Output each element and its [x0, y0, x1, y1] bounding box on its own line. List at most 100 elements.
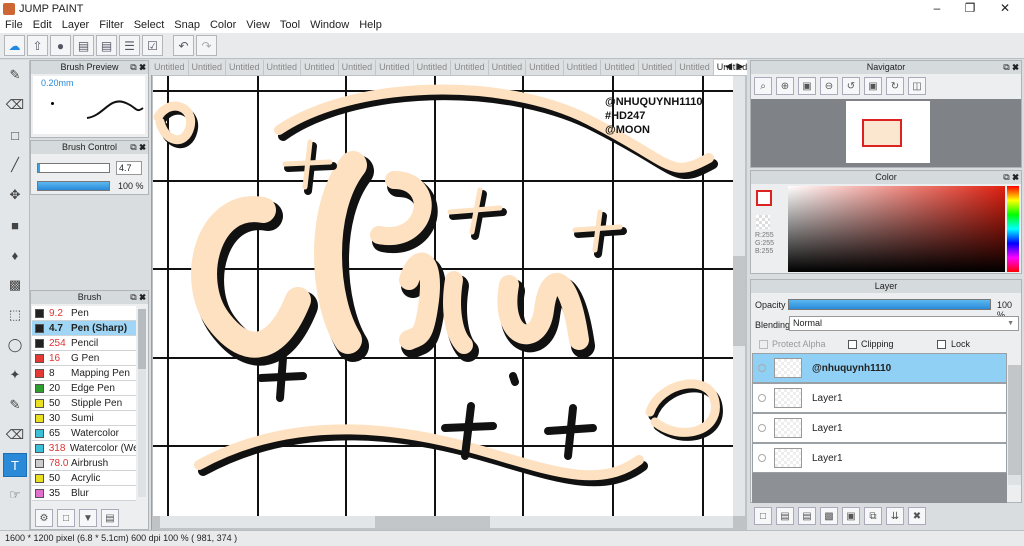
delete-layer-icon[interactable]: ✖ — [908, 507, 926, 525]
checklist-icon[interactable]: ☑ — [142, 35, 163, 56]
panel-controls-icon[interactable]: ⧉ ✖ — [1003, 171, 1019, 184]
document-tab[interactable]: Untitled — [189, 60, 227, 75]
menu-filter[interactable]: Filter — [94, 19, 128, 31]
merge-layer-icon[interactable]: ⇊ — [886, 507, 904, 525]
blending-select[interactable]: Normal ▼ — [789, 316, 1019, 331]
new-1bit-layer-icon[interactable]: ▩ — [820, 507, 838, 525]
select-pen-tool-icon[interactable]: ✎ — [3, 393, 27, 417]
document-tab[interactable]: Untitled — [451, 60, 489, 75]
menu-snap[interactable]: Snap — [169, 19, 205, 31]
message-icon[interactable]: ▤ — [73, 35, 94, 56]
panel-controls-icon[interactable]: ⧉ ✖ — [130, 141, 146, 154]
pen-tool-icon[interactable]: ✎ — [3, 63, 27, 87]
zoom-out-icon[interactable]: ⊖ — [820, 77, 838, 95]
rotate-left-icon[interactable]: ↺ — [842, 77, 860, 95]
new-layer-icon[interactable]: □ — [754, 507, 772, 525]
visibility-eye-icon[interactable] — [758, 394, 766, 402]
document-tab[interactable]: Untitled — [301, 60, 339, 75]
brush-list-item[interactable]: 65 Watercolor — [32, 426, 136, 441]
color-saturation-picker[interactable] — [788, 186, 1005, 272]
gradient-tool-icon[interactable]: ▩ — [3, 273, 27, 297]
lock-checkbox[interactable] — [937, 340, 946, 349]
bucket-tool-icon[interactable]: ♦ — [3, 243, 27, 267]
maximize-button[interactable]: ❐ — [953, 0, 987, 17]
tabs-scroll-left-icon[interactable]: ◀ — [725, 61, 732, 72]
page-icon[interactable]: ▤ — [96, 35, 117, 56]
list-icon[interactable]: ☰ — [119, 35, 140, 56]
menu-window[interactable]: Window — [305, 19, 354, 31]
lasso-tool-icon[interactable]: ◯ — [3, 333, 27, 357]
brush-list-item[interactable]: 8 Mapping Pen — [32, 366, 136, 381]
foreground-color-swatch[interactable] — [756, 190, 772, 206]
brush-opacity-slider[interactable] — [37, 181, 110, 191]
brush-menu-icon[interactable]: ▼ — [79, 509, 97, 527]
menu-layer[interactable]: Layer — [57, 19, 95, 31]
undo-icon[interactable]: ↶ — [173, 35, 194, 56]
menu-color[interactable]: Color — [205, 19, 241, 31]
brush-list-item[interactable]: 78.0 Airbrush — [32, 456, 136, 471]
redo-icon[interactable]: ↷ — [196, 35, 217, 56]
fill-rect-tool-icon[interactable]: ■ — [3, 213, 27, 237]
brush-list-item[interactable]: 50 Acrylic — [32, 471, 136, 486]
reset-rotation-icon[interactable]: ▣ — [864, 77, 882, 95]
canvas-vertical-scrollbar[interactable] — [733, 76, 745, 516]
drawing-canvas[interactable]: @NHUQUYNH1110 #HD247 @MOON — [153, 76, 733, 516]
layer-row[interactable]: Layer1 — [752, 413, 1007, 443]
brush-settings-icon[interactable]: ⚙ — [35, 509, 53, 527]
transparent-color-swatch[interactable] — [756, 215, 770, 229]
clipping-checkbox[interactable] — [848, 340, 857, 349]
panel-controls-icon[interactable]: ⧉ ✖ — [130, 291, 146, 304]
document-tab[interactable]: Untitled — [526, 60, 564, 75]
move-tool-icon[interactable]: ✥ — [3, 183, 27, 207]
select-rect-tool-icon[interactable]: ⬚ — [3, 303, 27, 327]
brush-list-scrollbar[interactable] — [138, 309, 146, 497]
zoom-in-icon[interactable]: ⊕ — [776, 77, 794, 95]
share-icon[interactable]: ⇧ — [27, 35, 48, 56]
menu-file[interactable]: File — [0, 19, 28, 31]
cloud-icon[interactable]: ☁ — [4, 35, 25, 56]
layer-opacity-slider[interactable] — [788, 299, 991, 310]
tabs-scroll-right-icon[interactable]: ▶ — [737, 61, 744, 72]
menu-edit[interactable]: Edit — [28, 19, 57, 31]
visibility-eye-icon[interactable] — [758, 424, 766, 432]
new-folder-icon[interactable]: ▣ — [842, 507, 860, 525]
hand-tool-icon[interactable]: ☞ — [3, 483, 27, 507]
visibility-eye-icon[interactable] — [758, 454, 766, 462]
new-brush-icon[interactable]: □ — [57, 509, 75, 527]
canvas-horizontal-scrollbar[interactable] — [160, 516, 733, 528]
document-tab[interactable]: Untitled — [489, 60, 527, 75]
panel-controls-icon[interactable]: ⧉ ✖ — [130, 61, 146, 74]
rotate-right-icon[interactable]: ↻ — [886, 77, 904, 95]
brush-list-item[interactable]: 16 G Pen — [32, 351, 136, 366]
new-8bit-layer-icon[interactable]: ▤ — [798, 507, 816, 525]
document-tab[interactable]: Untitled — [564, 60, 602, 75]
brush-list-item[interactable]: 4.7 Pen (Sharp) — [32, 321, 136, 336]
brush-list-item[interactable]: 30 Sumi — [32, 411, 136, 426]
menu-view[interactable]: View — [241, 19, 275, 31]
minimize-button[interactable]: – — [920, 0, 954, 17]
brush-size-input[interactable]: 4.7 — [116, 161, 142, 175]
text-tool-icon[interactable]: T — [3, 453, 27, 477]
hue-slider[interactable] — [1007, 186, 1019, 272]
brush-list-item[interactable]: 35 Blur — [32, 486, 136, 501]
eraser-tool-icon[interactable]: ⌫ — [3, 93, 27, 117]
brush-list-item[interactable]: 20 Edge Pen — [32, 381, 136, 396]
document-tab[interactable]: Untitled — [676, 60, 714, 75]
brush-list-item[interactable]: 50 Stipple Pen — [32, 396, 136, 411]
brush-list-item[interactable]: 318 Watercolor (We — [32, 441, 136, 456]
menu-select[interactable]: Select — [129, 19, 170, 31]
comment-icon[interactable]: ● — [50, 35, 71, 56]
fit-window-icon[interactable]: ▣ — [798, 77, 816, 95]
layer-row[interactable]: Layer1 — [752, 443, 1007, 473]
document-tab[interactable]: Untitled — [601, 60, 639, 75]
duplicate-layer-icon[interactable]: ⧉ — [864, 507, 882, 525]
layer-list-scrollbar[interactable] — [1008, 365, 1021, 485]
layer-row[interactable]: @nhuquynh1110 — [752, 353, 1007, 383]
document-tab[interactable]: Untitled — [376, 60, 414, 75]
menu-help[interactable]: Help — [354, 19, 387, 31]
layer-row[interactable]: Layer1 — [752, 383, 1007, 413]
zoom-fit-icon[interactable]: ⌕ — [754, 77, 772, 95]
brush-size-slider[interactable] — [37, 163, 110, 173]
menu-tool[interactable]: Tool — [275, 19, 305, 31]
brush-list-item[interactable]: 9.2 Pen — [32, 306, 136, 321]
